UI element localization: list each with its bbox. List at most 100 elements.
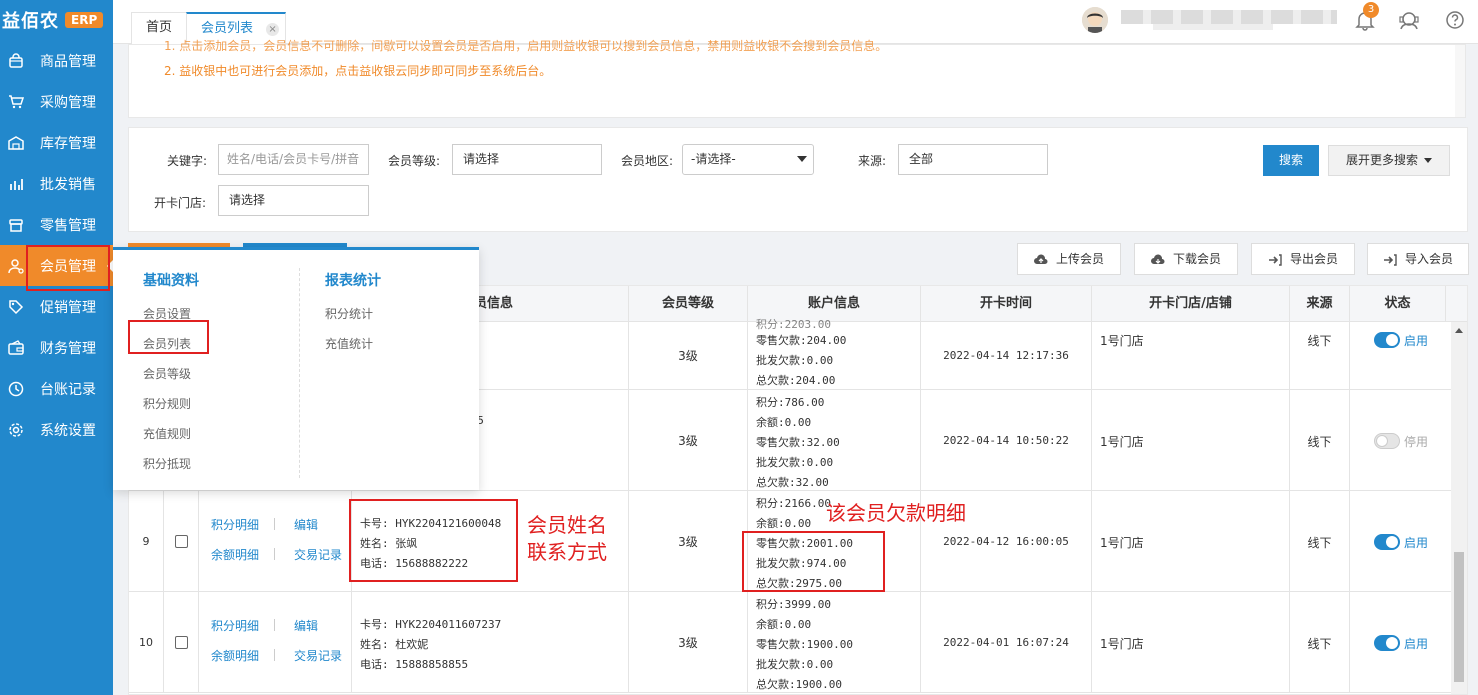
annotation-box-member-info: [349, 499, 518, 582]
submenu-item-recharge-rules[interactable]: 充值规则: [143, 425, 191, 442]
balance-detail-link[interactable]: 余额明细: [211, 546, 259, 563]
keyword-label: 关键字:: [167, 154, 208, 168]
submenu-item-member-level[interactable]: 会员等级: [143, 365, 191, 382]
scroll-up-icon[interactable]: [1455, 328, 1463, 333]
expand-search-label: 展开更多搜索: [1345, 153, 1418, 167]
status-label: 停用: [1404, 435, 1429, 449]
tab-label: 会员列表: [201, 21, 254, 36]
table-scrollbar[interactable]: [1451, 322, 1467, 694]
cell-actions: 积分明细 编辑 余额明细 交易记录: [199, 592, 352, 692]
submenu-item-points-stats[interactable]: 积分统计: [325, 305, 373, 322]
annotation-contact: 联系方式: [527, 540, 607, 564]
account-line: 积分:786.00: [756, 396, 825, 409]
shopping-bag-icon: [6, 51, 26, 71]
level-select[interactable]: 请选择: [452, 144, 602, 175]
source-value: 线下: [1307, 637, 1332, 651]
submenu-heading-basic: 基础资料: [143, 273, 199, 289]
table-row[interactable]: 10 积分明细 编辑 余额明细 交易记录 卡号: HYK220401160723…: [129, 592, 1451, 693]
annotation-box-member-list: [128, 320, 209, 354]
import-label: 导入会员: [1404, 252, 1453, 266]
edit-link[interactable]: 编辑: [294, 516, 318, 533]
upload-member-button[interactable]: 上传会员: [1017, 243, 1121, 275]
cell-status: 停用: [1350, 390, 1451, 490]
sidebar-item-label: 零售管理: [40, 217, 96, 234]
annotation-debt-detail: 该会员欠款明细: [826, 501, 966, 525]
annotation-box-member-nav: [26, 245, 110, 291]
account-line: 总欠款:32.00: [756, 476, 829, 489]
cell-source: 线下: [1290, 592, 1350, 692]
support-icon[interactable]: [1398, 9, 1420, 31]
sidebar-item-wholesale[interactable]: 批发销售: [0, 163, 113, 204]
close-icon[interactable]: ×: [266, 23, 280, 36]
cell-store: 1号门店: [1092, 390, 1290, 490]
sidebar-item-settings[interactable]: 系统设置: [0, 409, 113, 450]
clock-icon: [6, 379, 26, 399]
cell-source: 线下: [1290, 390, 1350, 490]
member-icon: [6, 256, 26, 276]
trade-record-link[interactable]: 交易记录: [294, 546, 342, 563]
source-select[interactable]: 全部: [898, 144, 1048, 175]
search-button[interactable]: 搜索: [1263, 145, 1319, 176]
row-checkbox[interactable]: [174, 635, 188, 649]
submenu-item-points-cash[interactable]: 积分抵现: [143, 455, 191, 472]
cell-level: 3级: [629, 390, 748, 490]
cell-time: 2022-04-14 12:17:36: [921, 322, 1092, 389]
brand-name: 益佰农: [2, 11, 59, 32]
sidebar-item-inventory[interactable]: 库存管理: [0, 122, 113, 163]
brand-badge: ERP: [65, 12, 104, 28]
cell-level: 3级: [629, 592, 748, 692]
status-label: 启用: [1404, 637, 1429, 651]
notice-scrollbar[interactable]: [1455, 45, 1465, 117]
source-value: 线下: [1307, 334, 1332, 348]
import-member-button[interactable]: 导入会员: [1367, 243, 1469, 275]
store-select[interactable]: 请选择: [218, 185, 369, 216]
status-toggle[interactable]: [1374, 635, 1400, 651]
cart-icon: [6, 92, 26, 112]
sidebar-item-label: 台账记录: [40, 381, 96, 398]
cell-status: 启用: [1350, 491, 1451, 591]
member-submenu: 基础资料 会员设置 会员列表 会员等级 积分规则 充值规则 积分抵现 报表统计 …: [113, 247, 479, 490]
sidebar-item-promotion[interactable]: 促销管理: [0, 286, 113, 327]
trade-record-link[interactable]: 交易记录: [294, 647, 342, 664]
brand-logo[interactable]: 益佰农 ERP: [0, 0, 113, 40]
status-toggle[interactable]: [1374, 332, 1400, 348]
submenu-item-points-rules[interactable]: 积分规则: [143, 395, 191, 412]
scrollbar-thumb[interactable]: [1454, 552, 1464, 682]
sidebar-item-retail[interactable]: 零售管理: [0, 204, 113, 245]
account-line: 积分:2203.00: [756, 318, 831, 331]
sidebar-item-label: 批发销售: [40, 176, 96, 193]
points-detail-link[interactable]: 积分明细: [211, 516, 259, 533]
gear-icon: [6, 420, 26, 440]
sidebar-item-goods[interactable]: 商品管理: [0, 40, 113, 81]
help-icon[interactable]: [1444, 9, 1466, 31]
region-select[interactable]: -请选择-: [682, 144, 814, 175]
status-toggle[interactable]: [1374, 433, 1400, 449]
points-detail-link[interactable]: 积分明细: [211, 617, 259, 634]
region-select-value: -请选择-: [691, 152, 736, 166]
sidebar-item-purchase[interactable]: 采购管理: [0, 81, 113, 122]
account-line: 零售欠款:204.00: [756, 334, 847, 347]
sidebar-item-finance[interactable]: 财务管理: [0, 327, 113, 368]
store-name: 1号门店: [1100, 435, 1144, 449]
balance-detail-link[interactable]: 余额明细: [211, 647, 259, 664]
upload-label: 上传会员: [1055, 252, 1104, 266]
account-line: 积分:2166.00: [756, 497, 831, 510]
cell-account: 积分:786.00 余额:0.00 零售欠款:32.00 批发欠款:0.00 总…: [748, 390, 921, 490]
store-icon: [6, 215, 26, 235]
download-member-button[interactable]: 下载会员: [1134, 243, 1238, 275]
user-info-blurred-2: [1153, 24, 1273, 30]
sidebar-item-label: 促销管理: [40, 299, 96, 316]
row-checkbox[interactable]: [174, 534, 188, 548]
keyword-input[interactable]: 姓名/电话/会员卡号/拼音: [218, 144, 369, 175]
cell-actions: 积分明细 编辑 余额明细 交易记录: [199, 491, 352, 591]
sidebar-item-label: 采购管理: [40, 94, 96, 111]
expand-search-button[interactable]: 展开更多搜索: [1328, 145, 1450, 176]
export-member-button[interactable]: 导出会员: [1251, 243, 1355, 275]
avatar[interactable]: [1082, 7, 1108, 33]
sidebar-item-ledger[interactable]: 台账记录: [0, 368, 113, 409]
edit-link[interactable]: 编辑: [294, 617, 318, 634]
member-card: 卡号: HYK2204011607237: [360, 618, 502, 631]
submenu-item-recharge-stats[interactable]: 充值统计: [325, 335, 373, 352]
status-toggle[interactable]: [1374, 534, 1400, 550]
member-phone: 电话: 15888858855: [360, 658, 469, 671]
